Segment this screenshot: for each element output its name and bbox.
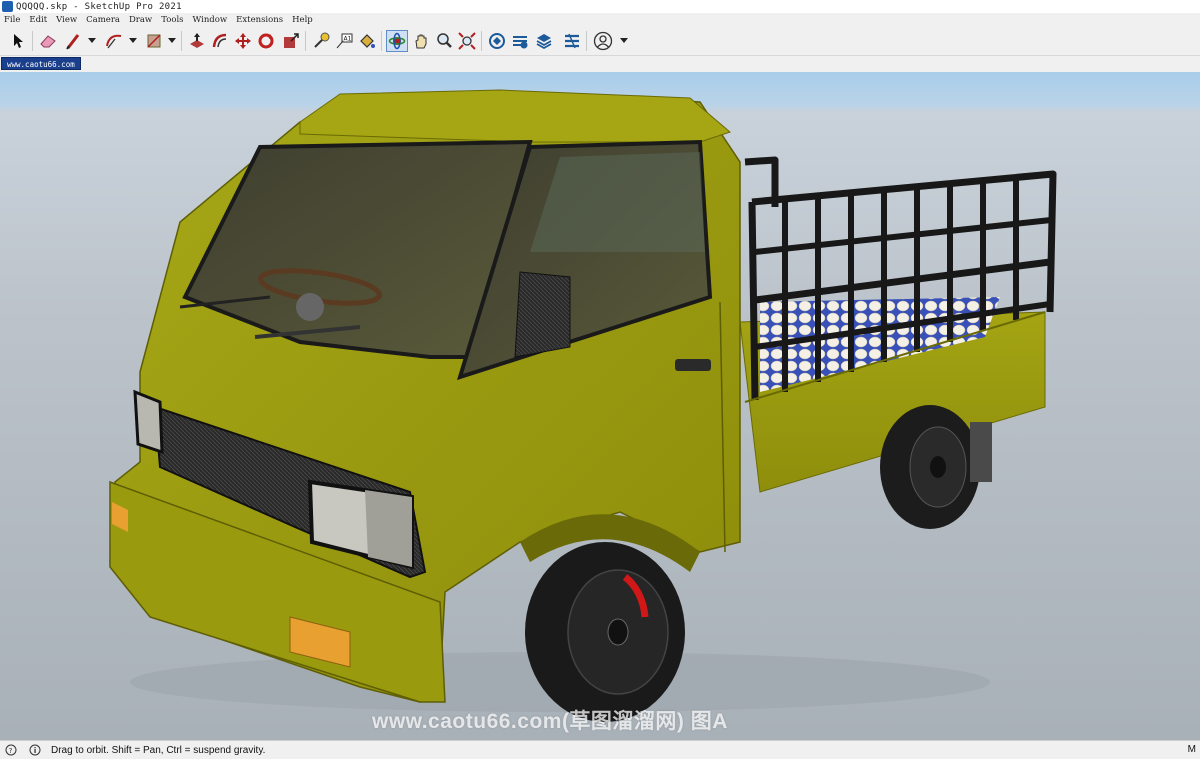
tape-measure-icon[interactable]: [310, 30, 332, 52]
zoom-extents-icon[interactable]: [456, 30, 478, 52]
svg-text:A1: A1: [344, 36, 352, 43]
chevron-down-icon[interactable]: [88, 37, 96, 45]
text-icon[interactable]: A1: [333, 30, 355, 52]
menu-help[interactable]: Help: [292, 15, 313, 25]
measurements-label: M: [1187, 744, 1196, 755]
layout-icon[interactable]: [533, 30, 555, 52]
menu-edit[interactable]: Edit: [29, 15, 47, 25]
sketchup-app-icon: [2, 1, 13, 12]
rotate-icon[interactable]: [255, 30, 277, 52]
menu-view[interactable]: View: [56, 15, 77, 25]
arc-icon[interactable]: [103, 30, 125, 52]
menu-bar: File Edit View Camera Draw Tools Window …: [0, 13, 1200, 27]
offset-icon[interactable]: [209, 30, 231, 52]
scale-icon[interactable]: [280, 30, 302, 52]
3d-warehouse-icon[interactable]: [486, 30, 508, 52]
toolbar-divider: [481, 31, 482, 51]
window-title: QQQQQ.skp - SketchUp Pro 2021: [16, 1, 182, 12]
paint-bucket-icon[interactable]: [356, 30, 378, 52]
rear-wheel: [880, 405, 980, 529]
info-icon[interactable]: [29, 744, 41, 756]
toolbar-divider: [181, 31, 182, 51]
toolbar-divider: [305, 31, 306, 51]
svg-text:?: ?: [9, 747, 13, 755]
chevron-down-icon[interactable]: [129, 37, 137, 45]
toolbar-divider: [381, 31, 382, 51]
select-arrow-icon[interactable]: [7, 30, 29, 52]
menu-extensions[interactable]: Extensions: [236, 15, 283, 25]
help-question-icon[interactable]: ?: [5, 744, 17, 756]
rectangle-icon[interactable]: [143, 30, 165, 52]
orbit-icon[interactable]: [386, 30, 408, 52]
chevron-down-icon[interactable]: [620, 37, 628, 45]
pan-icon[interactable]: [410, 30, 432, 52]
status-bar: ? Drag to orbit. Shift = Pan, Ctrl = sus…: [0, 740, 1200, 759]
push-pull-icon[interactable]: [186, 30, 208, 52]
truck-model: [109, 89, 1057, 722]
profile-icon[interactable]: [592, 30, 614, 52]
move-icon[interactable]: [232, 30, 254, 52]
zoom-icon[interactable]: [433, 30, 455, 52]
menu-camera[interactable]: Camera: [86, 15, 120, 25]
menu-window[interactable]: Window: [193, 15, 228, 25]
model-viewport[interactable]: www.caotu66.com(草图溜溜网) 图A: [0, 72, 1200, 740]
front-wheel: [525, 542, 685, 722]
menu-file[interactable]: File: [4, 15, 20, 25]
menu-draw[interactable]: Draw: [129, 15, 152, 25]
extension-manager-icon[interactable]: [561, 30, 583, 52]
eraser-icon[interactable]: [37, 30, 59, 52]
toolbar-divider: [586, 31, 587, 51]
chevron-down-icon[interactable]: [168, 37, 176, 45]
scene-tab[interactable]: www.caotu66.com: [1, 57, 81, 70]
watermark-text: www.caotu66.com(草图溜溜网) 图A: [372, 710, 728, 733]
pencil-line-icon[interactable]: [62, 30, 84, 52]
toolbar-divider: [32, 31, 33, 51]
toolbar: A1: [0, 27, 1200, 56]
status-message: Drag to orbit. Shift = Pan, Ctrl = suspe…: [51, 744, 266, 756]
menu-tools[interactable]: Tools: [161, 15, 183, 25]
extension-warehouse-icon[interactable]: [509, 30, 531, 52]
scene-tab-bar: www.caotu66.com: [0, 56, 1200, 72]
title-bar: QQQQQ.skp - SketchUp Pro 2021: [0, 0, 1200, 13]
